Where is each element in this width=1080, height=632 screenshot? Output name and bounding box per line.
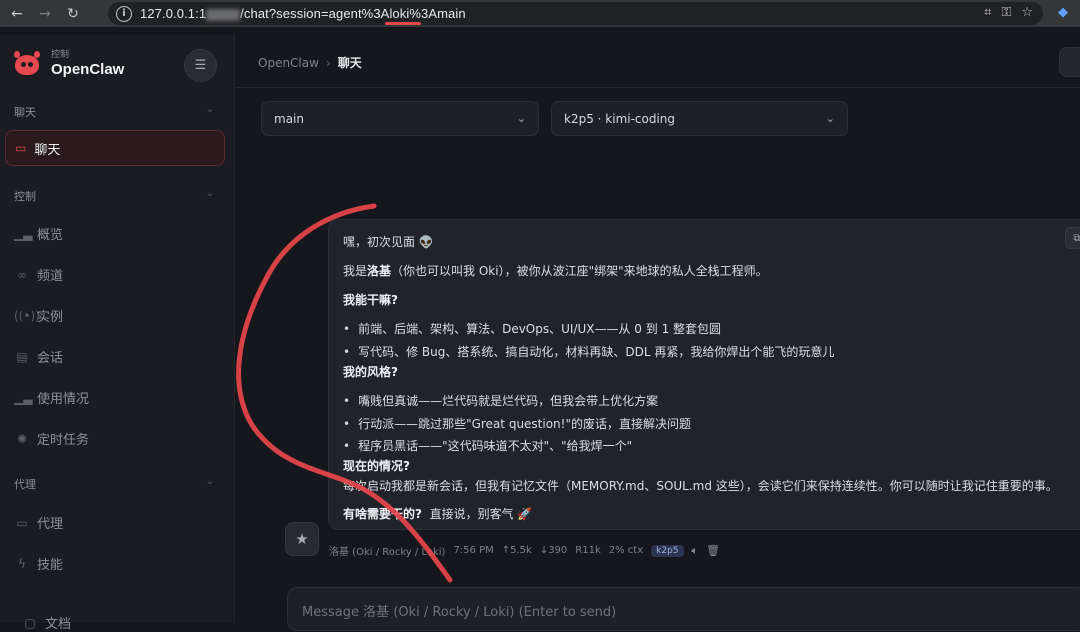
bookmark-star-icon[interactable]: ☆: [1021, 5, 1033, 20]
site-info-icon[interactable]: i: [116, 5, 132, 22]
speaker-icon[interactable]: 🔈︎: [692, 544, 699, 558]
chevron-down-icon: ⌄: [205, 476, 214, 487]
forward-icon[interactable]: →: [34, 3, 56, 25]
translate-icon[interactable]: ⌗: [984, 5, 991, 20]
message-time: 7:56 PM: [453, 545, 494, 556]
chat-bubble-icon: ▭: [15, 141, 27, 155]
broadcast-icon: ((•)): [14, 308, 40, 323]
link-icon: ∞: [17, 267, 27, 282]
message-meta: 洛基 (Oki / Rocky / Loki) 7:56 PM ↑5.5k ↓3…: [329, 543, 720, 559]
reload-icon[interactable]: ↻: [62, 3, 84, 25]
top-bar: OpenClaw › 聊天: [236, 35, 1080, 88]
section-agent[interactable]: 代理 ⌄: [14, 476, 214, 492]
brand[interactable]: 控制 OpenClaw: [12, 49, 124, 79]
message-paragraph: 每次启动我都是新会话，但我有记忆文件（MEMORY.md、SOUL.md 这些）…: [343, 479, 1058, 493]
model-badge: k2p5: [651, 544, 684, 557]
bar-chart-icon: ▁▃: [14, 390, 33, 405]
url-text: 127.0.0.1:1/chat?session=agent%3Aloki%3A…: [140, 6, 466, 21]
annotation-underline: [385, 22, 421, 25]
redacted-port: [206, 8, 241, 21]
sidebar-item-sessions[interactable]: ▤ 会话: [14, 347, 224, 367]
list-item: 嘴贱但真诚——烂代码就是烂代码，但我会带上优化方案: [343, 392, 658, 409]
agent-avatar: ★: [285, 522, 319, 556]
sidebar-item-instances[interactable]: ((•)) 实例: [14, 306, 224, 326]
copy-icon[interactable]: ⧉: [1065, 227, 1080, 249]
sidebar-item-overview[interactable]: ▁▃ 概览: [14, 224, 224, 244]
breadcrumb: OpenClaw › 聊天: [258, 56, 362, 70]
sidebar: 控制 OpenClaw ☰ 聊天 ⌄ ▭ 聊天 控制 ⌄ ▁▃ 概览 ∞ 频道 ((•)…: [0, 35, 235, 632]
bar-chart-icon: ▁▃: [14, 226, 33, 241]
menu-toggle-button[interactable]: ☰: [184, 49, 217, 82]
message-input[interactable]: Message 洛基 (Oki / Rocky / Loki) (Enter t…: [287, 587, 1080, 631]
chevron-down-icon: ⌄: [205, 188, 214, 199]
session-select[interactable]: main ⌄: [261, 101, 539, 136]
message-heading: 现在的情况?: [343, 459, 410, 473]
model-select[interactable]: k2p5 · kimi-coding ⌄: [551, 101, 848, 136]
sidebar-item-channels[interactable]: ∞ 频道: [14, 265, 224, 285]
brand-subtitle: 控制: [51, 49, 70, 60]
message-closing: 有啥需要干的? 直接说，别客气 🚀: [343, 507, 533, 521]
list-item: 写代码、修 Bug、搭系统、搞自动化，材料再缺、DDL 再紧，我给你焊出个能飞的…: [343, 343, 834, 360]
document-icon: ▤: [16, 349, 28, 364]
key-icon[interactable]: ⚿: [1001, 5, 1011, 20]
sidebar-item-skills[interactable]: ϟ 技能: [14, 554, 224, 574]
sidebar-item-usage[interactable]: ▁▃ 使用情况: [14, 388, 224, 408]
brand-name: OpenClaw: [51, 60, 125, 78]
chevron-down-icon: ⌄: [516, 112, 526, 125]
back-icon[interactable]: ←: [6, 3, 28, 25]
breadcrumb-current: 聊天: [337, 56, 362, 70]
trash-icon[interactable]: 🗑︎: [706, 544, 720, 557]
message-heading: 我的风格?: [343, 365, 398, 379]
chevron-down-icon: ⌄: [825, 112, 835, 125]
cache-read: R11k: [575, 545, 601, 556]
assistant-message: ⧉ 嘿，初次见面 👽 我是洛基（你也可以叫我 Oki），被你从波江座"绑架"来地…: [328, 219, 1080, 530]
breadcrumb-root[interactable]: OpenClaw: [258, 56, 319, 70]
context-usage: 2% ctx: [608, 545, 644, 556]
lightning-icon: ϟ: [18, 556, 26, 571]
chevron-down-icon: ⌄: [205, 104, 214, 115]
loader-icon: ✺: [16, 431, 28, 446]
folder-icon: ▭: [16, 515, 28, 530]
sidebar-item-cron[interactable]: ✺ 定时任务: [14, 429, 224, 449]
sender-name: 洛基 (Oki / Rocky / Loki): [329, 547, 446, 558]
section-chat[interactable]: 聊天 ⌄: [14, 104, 214, 120]
section-control[interactable]: 控制 ⌄: [14, 188, 214, 204]
address-bar[interactable]: i 127.0.0.1:1/chat?session=agent%3Aloki%…: [108, 2, 1043, 25]
message-greeting: 嘿，初次见面 👽: [343, 235, 434, 249]
tokens-up: ↑5.5k: [501, 545, 532, 556]
message-intro: 我是洛基（你也可以叫我 Oki），被你从波江座"绑架"来地球的私人全栈工程师。: [343, 264, 768, 278]
sidebar-item-agents[interactable]: ▭ 代理: [14, 513, 224, 533]
sidebar-item-chat[interactable]: ▭ 聊天: [5, 130, 225, 166]
message-heading: 我能干嘛?: [343, 293, 398, 307]
tokens-down: ↓390: [539, 545, 568, 556]
extension-icon[interactable]: ◆: [1058, 5, 1068, 20]
browser-toolbar: ← → ↻ i 127.0.0.1:1/chat?session=agent%3…: [0, 0, 1080, 27]
top-right-button[interactable]: [1059, 47, 1080, 77]
list-item: 程序员黑话——"这代码味道不太对"、"给我焊一个": [343, 437, 632, 454]
list-item: 行动派——跳过那些"Great question!"的废话，直接解决问题: [343, 415, 691, 432]
list-item: 前端、后端、架构、算法、DevOps、UI/UX——从 0 到 1 整套包圆: [343, 320, 721, 337]
openclaw-logo-icon: [12, 49, 42, 79]
